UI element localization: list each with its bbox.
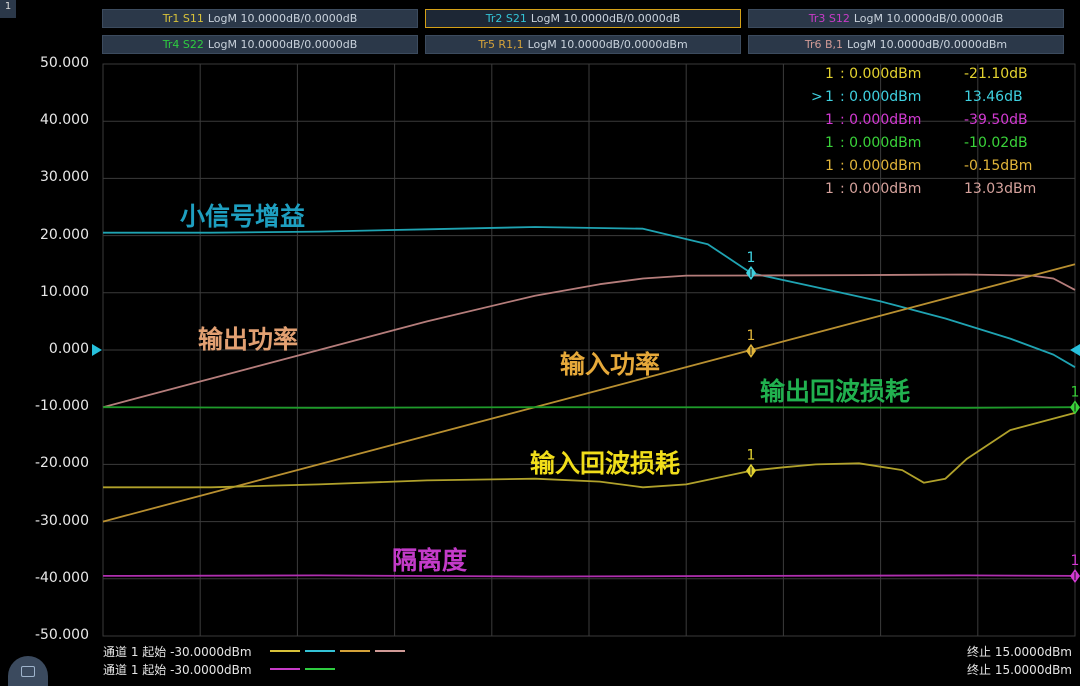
marker-response: 13.46dB (964, 89, 1023, 105)
label-output-power: 输出功率 (198, 325, 299, 354)
marker-response: -0.15dBm (964, 158, 1033, 174)
reference-arrow-left (92, 344, 102, 356)
trace-tab-name: Tr6 B,1 (804, 38, 844, 51)
status-start-2: 通道 1 起始 -30.0000dBm (103, 663, 252, 677)
trace-tab-name: Tr2 S21 (485, 12, 527, 25)
y-tick-label: 40.000 (40, 112, 89, 129)
marker-label: 1 (747, 328, 756, 344)
y-tick-label: -20.000 (34, 455, 89, 472)
y-tick-label: 50.000 (40, 55, 89, 71)
marker-id: 1 (825, 66, 834, 82)
marker-label: 1 (747, 250, 756, 266)
marker-stimulus: : 0.000dBm (840, 112, 922, 128)
marker-prefix: > (811, 89, 823, 105)
label-isolation: 隔离度 (392, 546, 468, 575)
trace-swatch (270, 668, 300, 670)
marker-response: -39.50dB (964, 112, 1028, 128)
marker-id: 1 (825, 89, 834, 105)
trace-tab-format: LogM 10.0000dB/0.0000dB (853, 12, 1004, 25)
trace-tab-format: LogM 10.0000dB/0.0000dBm (527, 38, 688, 51)
trace-tab-format: LogM 10.0000dB/0.0000dB (207, 12, 358, 25)
trace-tab-format: LogM 10.0000dB/0.0000dB (530, 12, 681, 25)
window-number-badge: 1 (0, 0, 16, 18)
label-input-power: 输入功率 (560, 350, 661, 379)
y-tick-label: -30.000 (34, 512, 89, 529)
trace-tab-6[interactable]: Tr6 B,1 LogM 10.0000dB/0.0000dBm (748, 35, 1064, 54)
marker-row: >1 : 0.000dBm 13.46dB (0, 89, 1080, 109)
marker-row: 1 : 0.000dBm 13.03dBm (0, 181, 1080, 201)
marker-stimulus: : 0.000dBm (840, 66, 922, 82)
marker-id: 1 (825, 181, 834, 197)
y-tick-label: 10.000 (40, 283, 89, 300)
y-tick-label: 0.000 (48, 341, 89, 357)
y-tick-label: -10.000 (34, 398, 89, 415)
marker-stimulus: : 0.000dBm (840, 89, 922, 105)
marker-stimulus: : 0.000dBm (840, 158, 922, 174)
trace-tr3-s12 (102, 574, 1076, 578)
marker-stimulus: : 0.000dBm (840, 181, 922, 197)
marker-response: -10.02dB (964, 135, 1028, 151)
marker-row: 1 : 0.000dBm -10.02dB (0, 135, 1080, 155)
trace-tab-5[interactable]: Tr5 R1,1 LogM 10.0000dB/0.0000dBm (425, 35, 741, 54)
trace-tab-2[interactable]: Tr2 S21 LogM 10.0000dB/0.0000dB (425, 9, 741, 28)
y-tick-label: -40.000 (34, 569, 89, 586)
marker-label: 1 (1071, 553, 1080, 569)
label-input-return-loss: 输入回波损耗 (530, 449, 681, 478)
trace-tab-3[interactable]: Tr3 S12 LogM 10.0000dB/0.0000dB (748, 9, 1064, 28)
marker-row: 1 : 0.000dBm -39.50dB (0, 112, 1080, 132)
y-tick-label: -50.000 (34, 627, 89, 643)
status-start-1: 通道 1 起始 -30.0000dBm (103, 645, 252, 659)
trace-tab-name: Tr3 S12 (808, 12, 850, 25)
trace-tab-name: Tr1 S11 (162, 12, 204, 25)
trace-swatch (340, 650, 370, 652)
vna-screen: 11111 1 Tr1 S11 LogM 10.0000dB/0.0000dB Tr… (0, 0, 1080, 686)
trace-tab-name: Tr5 R1,1 (478, 38, 524, 51)
status-stop-1: 终止 15.0000dBm (967, 645, 1072, 659)
label-output-return-loss: 输出回波损耗 (760, 377, 911, 406)
marker-id: 1 (825, 158, 834, 174)
trace-swatch (375, 650, 405, 652)
marker-id: 1 (825, 135, 834, 151)
label-small-signal-gain: 小信号增益 (180, 202, 306, 231)
y-tick-label: 20.000 (40, 226, 89, 243)
y-tick-label: 30.000 (40, 169, 89, 186)
marker-label: 1 (747, 448, 756, 464)
marker-row: 1 : 0.000dBm -21.10dB (0, 66, 1080, 86)
display-icon (21, 666, 35, 677)
marker-id: 1 (825, 112, 834, 128)
marker-stimulus: : 0.000dBm (840, 135, 922, 151)
marker-label: 1 (1071, 384, 1080, 400)
trace-swatch (305, 668, 335, 670)
marker-response: -21.10dB (964, 66, 1028, 82)
trace-tab-name: Tr4 S22 (162, 38, 204, 51)
status-stop-2: 终止 15.0000dBm (967, 663, 1072, 677)
trace-tab-4[interactable]: Tr4 S22 LogM 10.0000dB/0.0000dB (102, 35, 418, 54)
trace-tr4-s22 (102, 406, 1076, 409)
trace-tab-1[interactable]: Tr1 S11 LogM 10.0000dB/0.0000dB (102, 9, 418, 28)
marker-response: 13.03dBm (964, 181, 1037, 197)
marker-row: 1 : 0.000dBm -0.15dBm (0, 158, 1080, 178)
trace-swatch (270, 650, 300, 652)
trace-tab-format: LogM 10.0000dB/0.0000dBm (847, 38, 1008, 51)
trace-tab-format: LogM 10.0000dB/0.0000dB (207, 38, 358, 51)
trace-swatch (305, 650, 335, 652)
